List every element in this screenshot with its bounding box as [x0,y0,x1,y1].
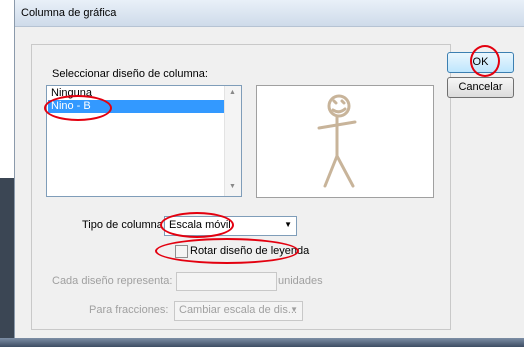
taskbar-strip [0,338,524,347]
list-item[interactable]: Ninguna [48,87,226,100]
fractions-value: Cambiar escala de dis... [179,304,297,316]
background-desktop [0,178,14,338]
stick-figure-image [317,94,357,188]
title-bar: Columna de gráfica [15,0,524,27]
dropdown-arrow-icon[interactable]: ▼ [284,220,292,229]
column-type-select[interactable]: Escala móvil ▼ [164,216,297,236]
window-title: Columna de gráfica [21,7,117,19]
column-type-label: Tipo de columna: [82,219,166,231]
rotate-legend-checkbox[interactable] [175,245,188,258]
rotate-legend-label[interactable]: Rotar diseño de leyenda [190,245,309,257]
list-item[interactable]: Nino - B [48,100,226,113]
dropdown-arrow-icon[interactable]: ▼ [290,305,298,314]
design-label: Seleccionar diseño de columna: [52,68,208,80]
column-graph-dialog: Columna de gráfica Seleccionar diseño de… [14,0,524,338]
column-type-value: Escala móvil [169,219,231,231]
fractions-label: Para fracciones: [89,304,169,316]
scroll-down-icon[interactable]: ▼ [229,183,236,190]
each-design-label: Cada diseño representa: [52,275,173,287]
ok-button[interactable]: OK [447,52,514,73]
fractions-select[interactable]: Cambiar escala de dis... ▼ [174,301,303,321]
list-scrollbar[interactable]: ▲ ▼ [224,86,241,196]
scroll-up-icon[interactable]: ▲ [229,89,236,96]
each-design-unit: unidades [278,275,323,287]
cancel-button[interactable]: Cancelar [447,77,514,98]
design-listbox[interactable]: Ninguna Nino - B ▲ ▼ [46,85,242,197]
design-preview [256,85,434,198]
each-design-input[interactable] [176,272,277,291]
